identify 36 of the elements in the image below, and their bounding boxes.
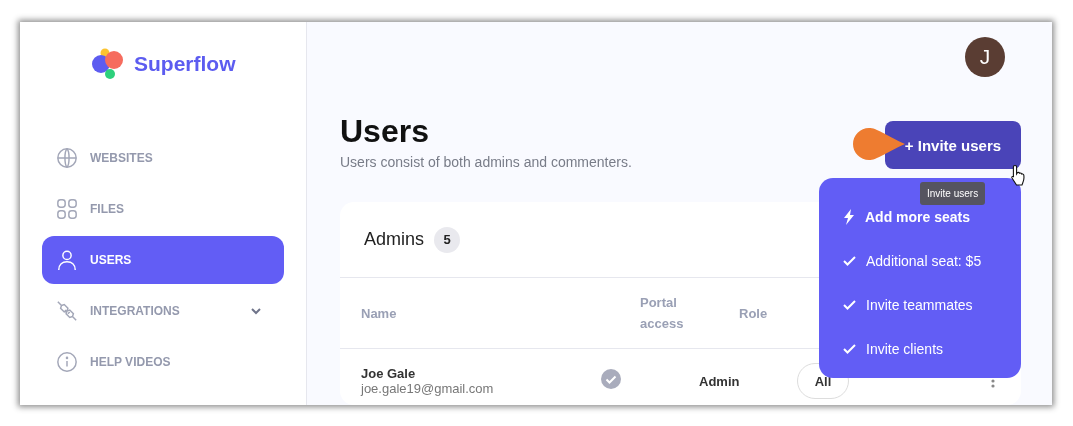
user-name: Joe Gale [361, 366, 417, 381]
user-email: joe.gale19@gmail.com [361, 381, 495, 396]
column-header: Name [361, 305, 398, 321]
count-badge: 5 [434, 226, 461, 253]
invite-users-button[interactable]: + Invite users [885, 121, 1021, 169]
page-title: Users [340, 113, 430, 150]
nav-item[interactable]: INTEGRATIONS [42, 287, 284, 335]
globe-icon [56, 147, 78, 169]
grid-icon [56, 198, 78, 220]
menu-header: Add more seats [865, 209, 971, 225]
info-icon [56, 351, 78, 373]
column-header: Portal access [640, 294, 685, 333]
menu-item[interactable]: Invite clients [866, 341, 944, 357]
chevron-down-icon[interactable] [250, 305, 262, 317]
user-icon [56, 249, 78, 271]
nav-item[interactable]: USERS [42, 236, 284, 284]
check-icon [843, 256, 856, 266]
user-avatar[interactable]: J [965, 37, 1005, 77]
role-text: Admin [699, 373, 741, 389]
card-title: Admins [364, 229, 425, 250]
nav-item[interactable]: FILES [42, 185, 284, 233]
check-icon [843, 300, 856, 310]
nav-item[interactable]: WEBSITES [42, 134, 284, 182]
logo-icon [90, 48, 126, 80]
tooltip: Invite users [920, 182, 986, 205]
check-icon [843, 344, 856, 354]
plug-icon [56, 300, 78, 322]
page-subtitle: Users consist of both admins and commenters. [340, 154, 632, 170]
column-header: Role [739, 305, 769, 321]
pointer-marker-icon [853, 128, 905, 160]
nav-item[interactable]: HELP VIDEOS [42, 338, 284, 386]
menu-item[interactable]: Additional seat: $5 [866, 253, 982, 269]
logo-text: Superflow [134, 52, 236, 76]
menu-item[interactable]: Invite teammates [866, 297, 973, 313]
lightning-icon [843, 209, 855, 225]
hand-cursor-icon [1010, 164, 1028, 186]
